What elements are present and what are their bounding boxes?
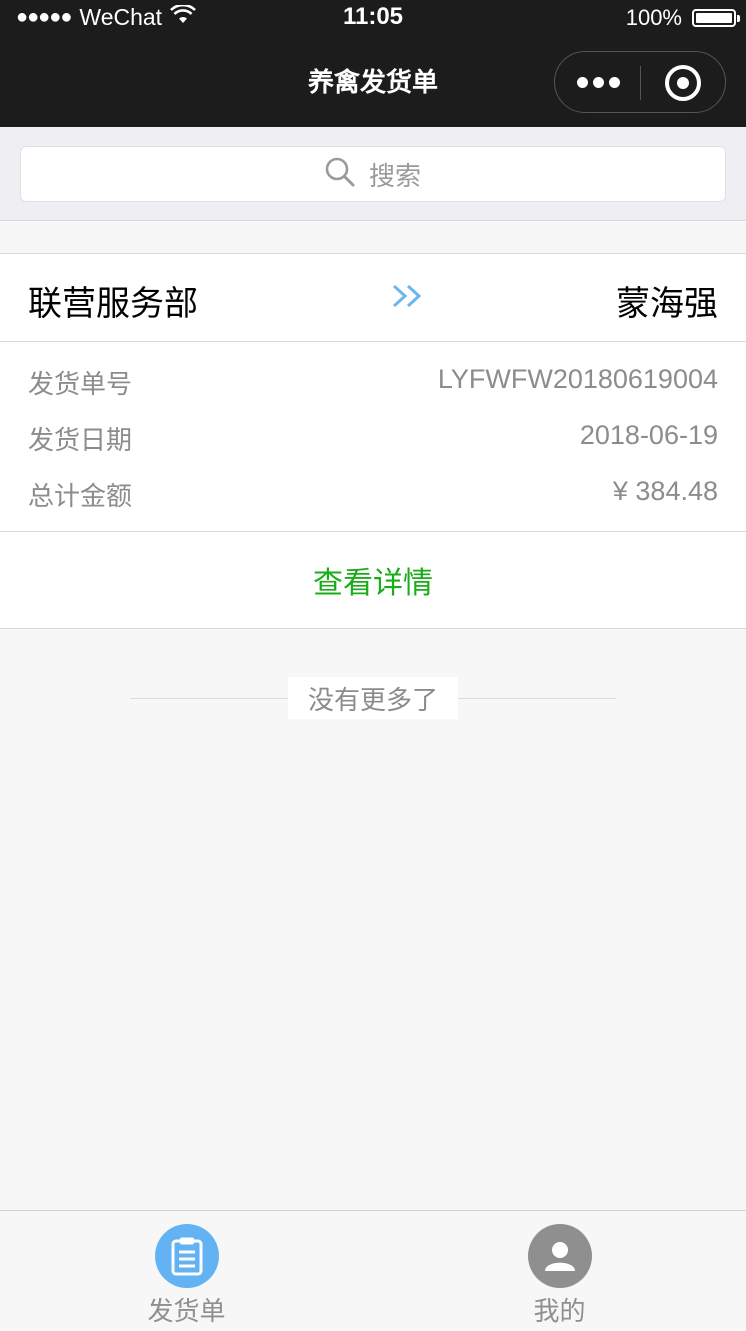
capsule-divider <box>640 66 641 100</box>
order-from: 联营服务部 <box>28 284 198 324</box>
miniprogram-capsule <box>554 51 726 113</box>
battery-icon <box>692 9 740 27</box>
tab-label-delivery-orders: 发货单 <box>147 1297 226 1327</box>
search-input[interactable]: 搜索 <box>20 146 726 202</box>
battery-percent: 100% <box>625 5 682 30</box>
order-card: 联营服务部 蒙海强 发货单号 LYFWFW20180619004 发货日期 20… <box>0 253 746 629</box>
status-bar: ●●●●● WeChat 11:05 100% <box>0 0 746 38</box>
view-details-button[interactable]: 查看详情 <box>0 531 746 628</box>
order-number-label: 发货单号 <box>28 370 133 400</box>
miniprogram-close-icon[interactable] <box>665 65 701 101</box>
battery-level <box>696 13 732 23</box>
search-icon <box>325 157 355 191</box>
tab-mine[interactable]: 我的 <box>373 1211 746 1331</box>
order-total-label: 总计金额 <box>28 482 133 512</box>
more-dots-icon[interactable] <box>577 77 620 88</box>
order-total-value: ¥ 384.48 <box>612 476 718 506</box>
search-bar-area: 搜索 <box>0 127 746 221</box>
tab-bar: 发货单 我的 <box>0 1210 746 1330</box>
order-date-label: 发货日期 <box>28 426 133 456</box>
user-icon <box>527 1224 592 1288</box>
tab-delivery-orders[interactable]: 发货单 <box>0 1211 373 1331</box>
order-card-header: 联营服务部 蒙海强 <box>0 254 746 342</box>
list-end-text: 没有更多了 <box>288 677 458 719</box>
search-placeholder: 搜索 <box>368 161 421 192</box>
order-number-value: LYFWFW20180619004 <box>437 364 718 394</box>
tab-label-mine: 我的 <box>533 1297 586 1327</box>
order-number-row: 发货单号 LYFWFW20180619004 <box>28 364 718 404</box>
clipboard-icon <box>154 1224 219 1288</box>
order-date-row: 发货日期 2018-06-19 <box>28 420 718 460</box>
double-chevron-right-icon <box>390 282 426 314</box>
order-to: 蒙海强 <box>616 284 718 324</box>
order-total-row: 总计金额 ¥ 384.48 <box>28 476 718 516</box>
top-bar: ●●●●● WeChat 11:05 100% 养禽发货单 <box>0 0 746 127</box>
order-date-value: 2018-06-19 <box>579 420 718 450</box>
